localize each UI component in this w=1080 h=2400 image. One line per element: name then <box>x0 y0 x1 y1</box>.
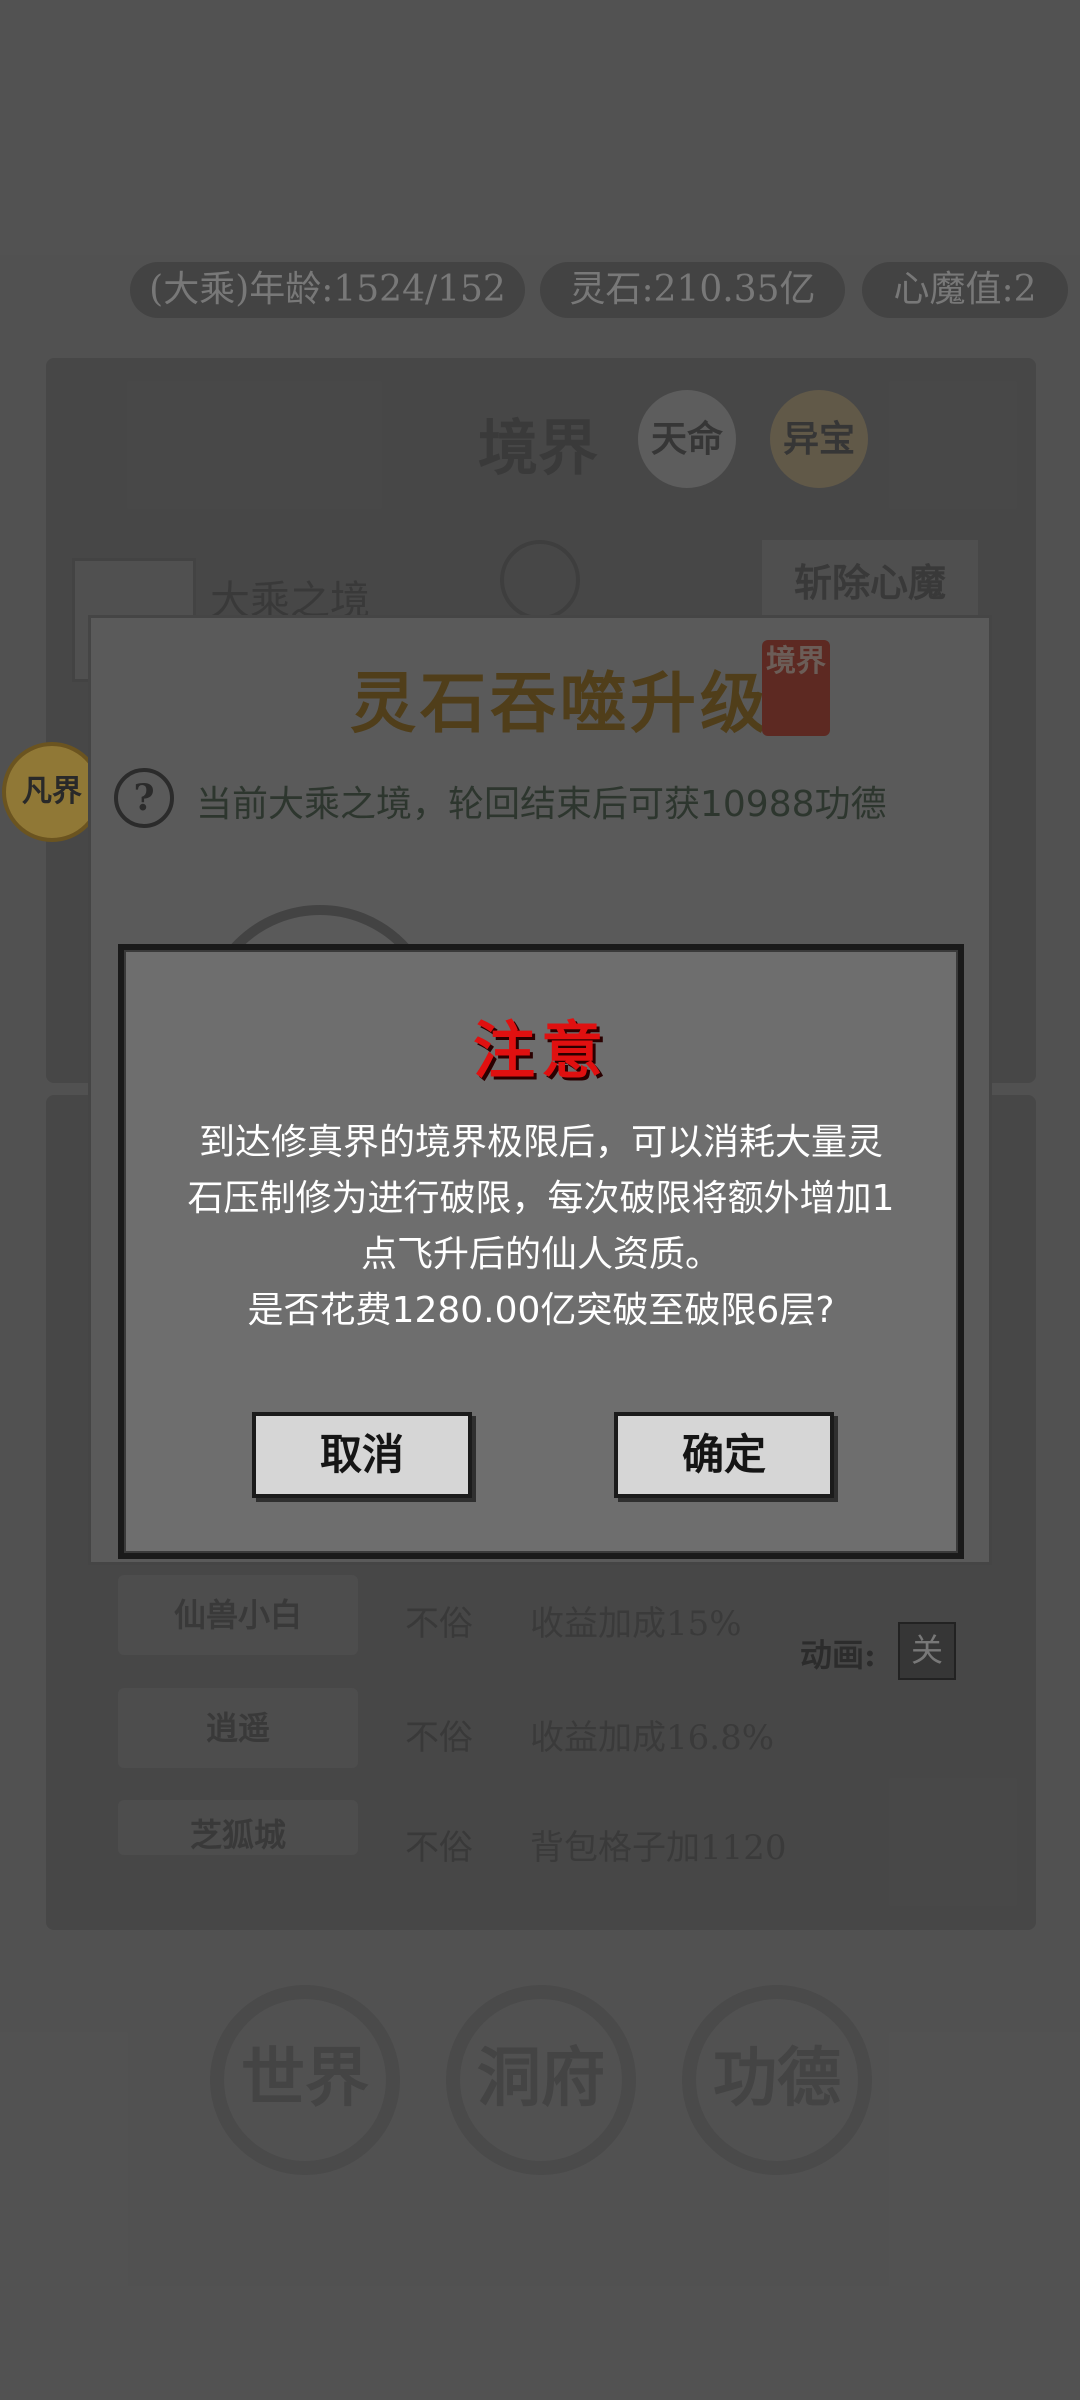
dialog-line: 是否花费1280.00亿突破至破限6层? <box>247 1290 835 1331</box>
cancel-button[interactable]: 取消 <box>252 1412 472 1498</box>
dialog-line: 石压制修为进行破限，每次破限将额外增加1 <box>187 1178 895 1219</box>
confirm-button[interactable]: 确定 <box>614 1412 834 1498</box>
dialog-line: 到达修真界的境界极限后，可以消耗大量灵 <box>198 1122 883 1163</box>
dialog-body: 到达修真界的境界极限后，可以消耗大量灵 石压制修为进行破限，每次破限将额外增加1… <box>154 1115 928 1339</box>
confirm-dialog: 注意 到达修真界的境界极限后，可以消耗大量灵 石压制修为进行破限，每次破限将额外… <box>118 944 964 1559</box>
dialog-line: 点飞升后的仙人资质。 <box>360 1234 721 1275</box>
dialog-title: 注意 <box>472 1014 609 1087</box>
